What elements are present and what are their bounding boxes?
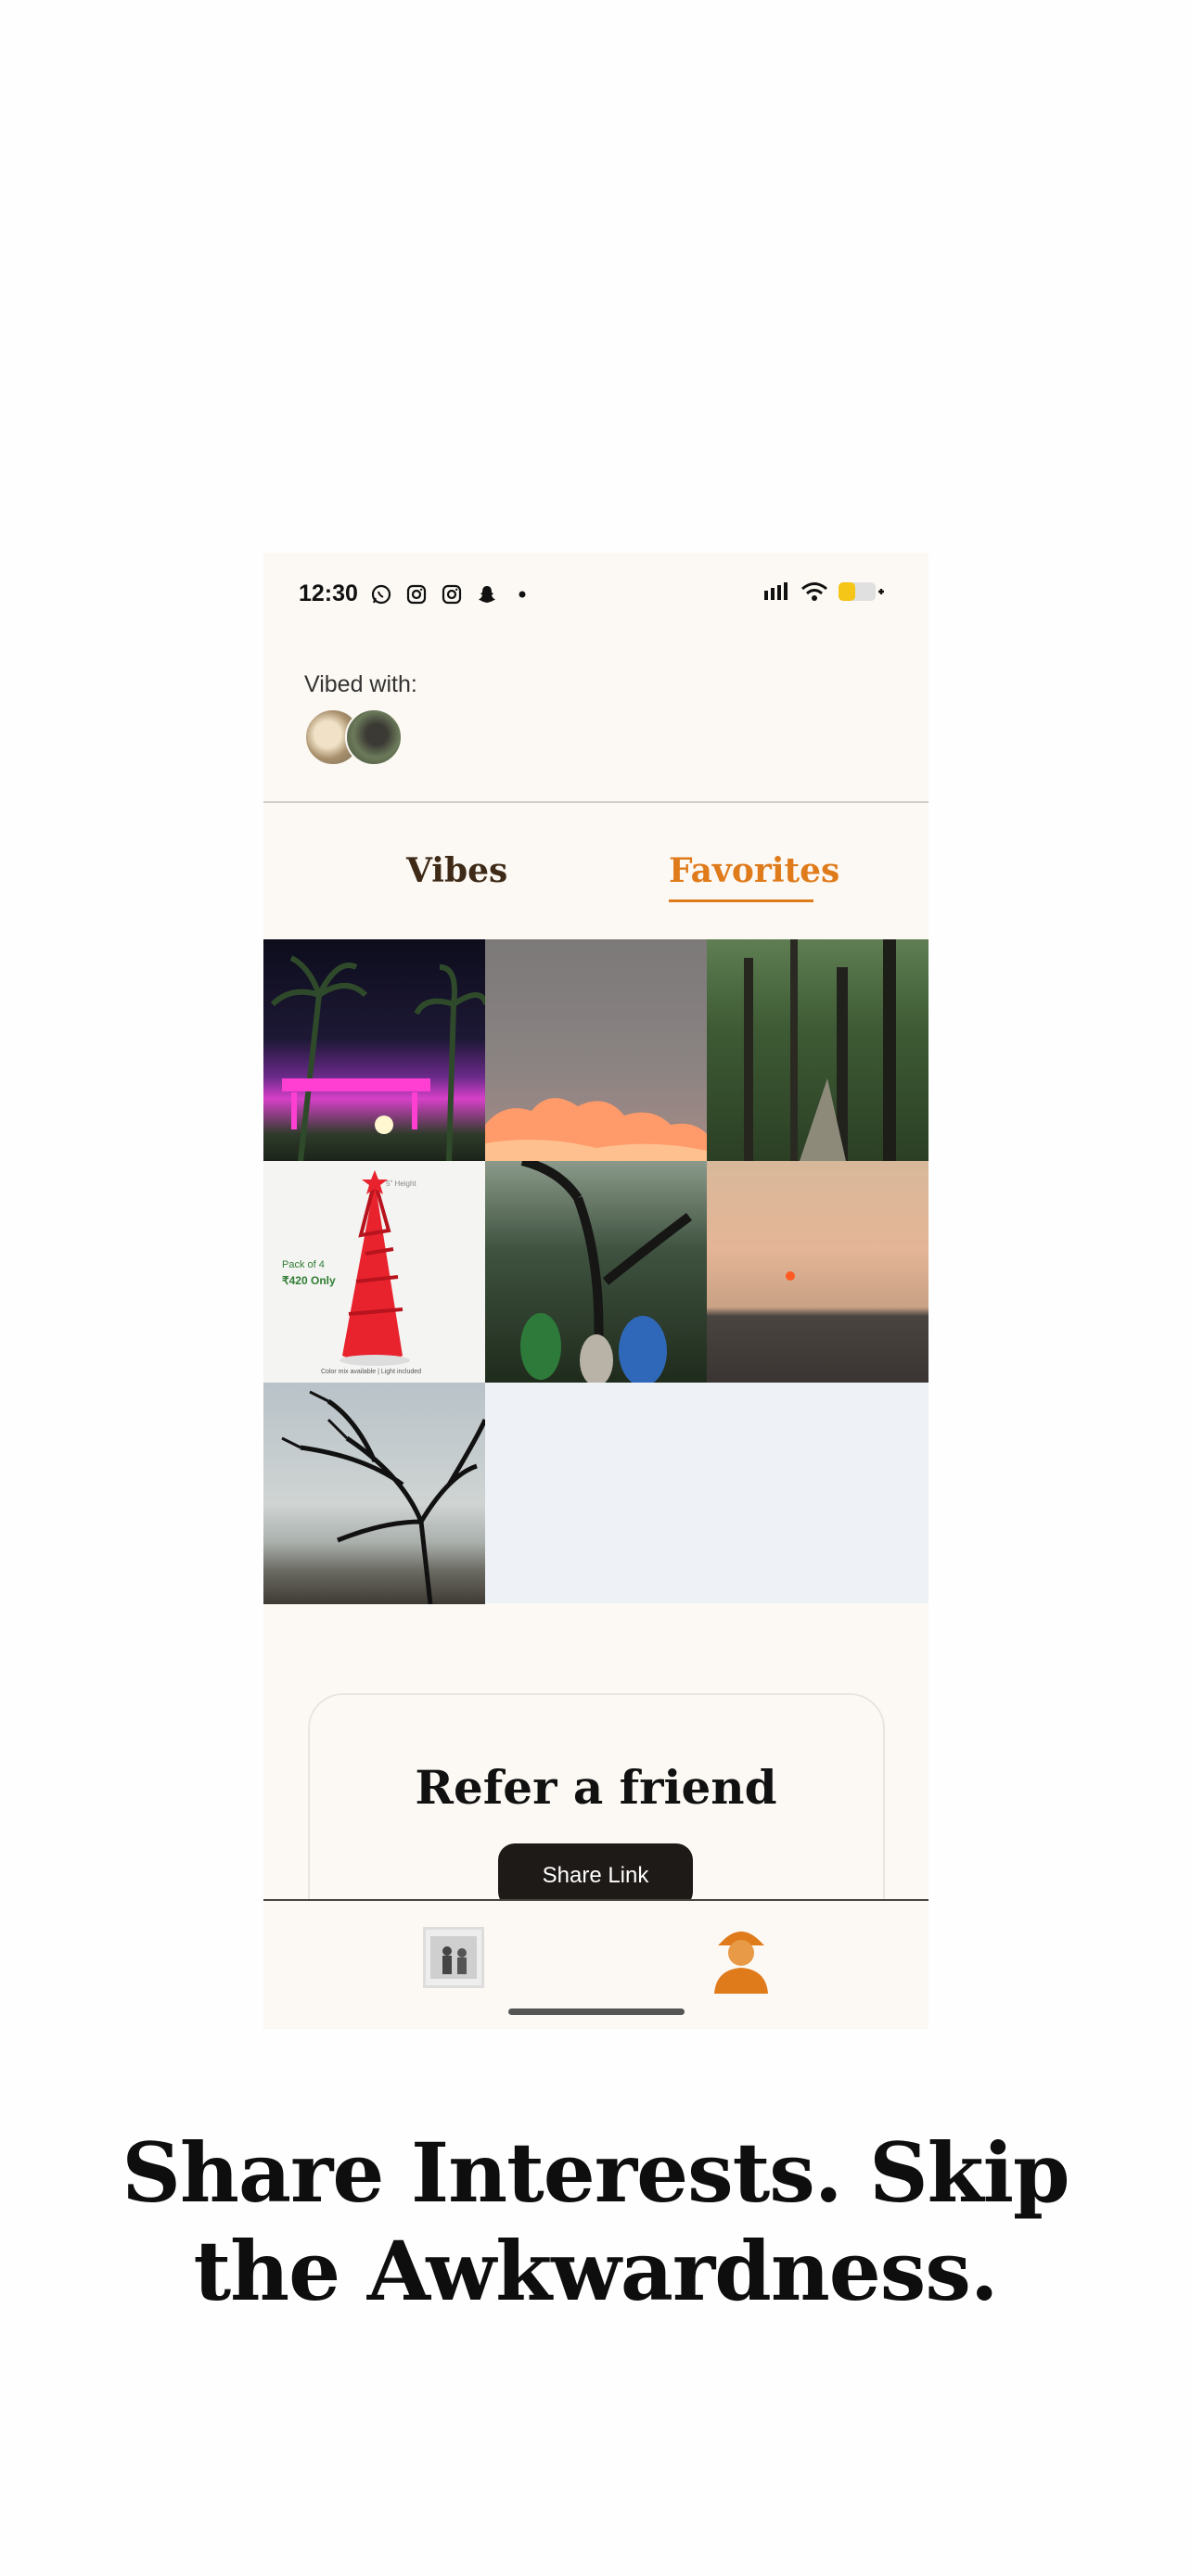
headline-line-1: Share Interests. Skip [122, 2124, 1069, 2221]
phone-screen: 12:30 Vibed with: Vibes Favorites Pack o… [263, 553, 928, 2029]
header-divider [263, 801, 928, 803]
product-footer-text: Color mix available | Light included [321, 1369, 422, 1375]
active-tab-underline [669, 899, 813, 902]
tab-favorites[interactable]: Favorites [669, 851, 839, 890]
product-height-text: 5" Height [386, 1180, 416, 1188]
battery-icon [838, 580, 884, 607]
vibed-avatars[interactable] [304, 708, 416, 770]
dot-icon [508, 580, 536, 608]
tab-vibes[interactable]: Vibes [406, 851, 507, 890]
instagram-icon [438, 580, 466, 608]
refer-title: Refer a friend [415, 1760, 777, 1815]
notification-icons [367, 580, 536, 608]
night-lights-tile[interactable] [263, 939, 485, 1161]
beach-sunset-tile[interactable] [707, 1161, 928, 1383]
status-bar: 12:30 [263, 553, 928, 636]
whatsapp-icon [367, 580, 395, 608]
home-icon[interactable] [423, 1927, 484, 1988]
product-pack-text: Pack of 4 [282, 1259, 325, 1270]
headline-line-2: the Awkwardness. [193, 2223, 998, 2319]
bottom-nav [263, 1899, 928, 2029]
home-indicator [508, 2009, 685, 2015]
instagram-icon [403, 580, 430, 608]
wifi-icon [800, 581, 828, 606]
marketing-headline: Share Interests. Skip the Awkwardness. [0, 2123, 1191, 2320]
system-icons [763, 580, 884, 607]
snapchat-icon [473, 580, 501, 608]
red-tree-product-tile[interactable]: Pack of 4 ₹420 Only 5" Height Color mix … [263, 1161, 485, 1383]
favorites-grid: Pack of 4 ₹420 Only 5" Height Color mix … [263, 939, 928, 1604]
signal-icon [763, 581, 791, 606]
avatar[interactable] [345, 708, 403, 766]
silhouette-tree-tile[interactable] [263, 1383, 485, 1604]
forest-hikers-tile[interactable] [485, 1161, 707, 1383]
product-price-text: ₹420 Only [282, 1274, 336, 1287]
sunset-cloud-tile[interactable] [485, 939, 707, 1161]
forest-path-tile[interactable] [707, 939, 928, 1161]
status-time: 12:30 [299, 580, 358, 606]
vibed-with-label: Vibed with: [304, 671, 417, 697]
profile-icon[interactable] [709, 1923, 774, 1994]
